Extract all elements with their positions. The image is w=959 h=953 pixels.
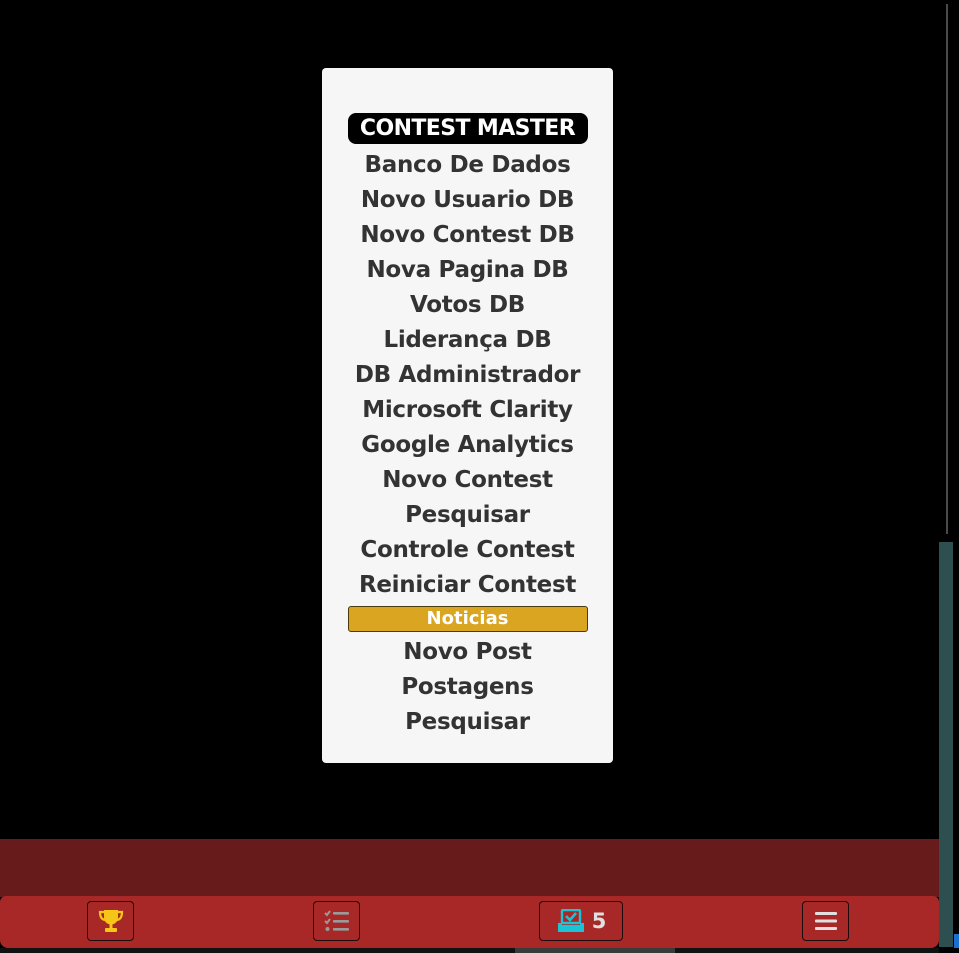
bottom-window-edge <box>0 948 959 953</box>
menu-button[interactable] <box>802 901 849 941</box>
admin-menu-list: CONTEST MASTER Banco De Dados Novo Usuar… <box>322 113 613 740</box>
horizontal-scrollbar[interactable] <box>515 948 675 953</box>
bottom-nav-bar: 5 <box>0 896 939 948</box>
edge-indicator <box>954 934 959 948</box>
hamburger-menu-icon <box>814 912 837 930</box>
ballot-box-icon <box>557 909 584 932</box>
menu-title: CONTEST MASTER <box>347 113 588 144</box>
menu-item-postagens[interactable]: Postagens <box>401 670 534 705</box>
menu-item-microsoft-clarity[interactable]: Microsoft Clarity <box>362 393 573 428</box>
vertical-scrollbar[interactable] <box>939 542 953 947</box>
menu-item-novo-contest-db[interactable]: Novo Contest DB <box>360 218 575 253</box>
menu-item-google-analytics[interactable]: Google Analytics <box>361 428 574 463</box>
menu-item-novo-post[interactable]: Novo Post <box>403 635 532 670</box>
menu-item-controle-contest[interactable]: Controle Contest <box>360 533 575 568</box>
menu-item-lideranca-db[interactable]: Liderança DB <box>383 323 551 358</box>
footer-band <box>0 839 939 897</box>
menu-item-pesquisar-posts[interactable]: Pesquisar <box>405 705 530 740</box>
menu-item-votos-db[interactable]: Votos DB <box>410 288 525 323</box>
menu-item-novo-usuario-db[interactable]: Novo Usuario DB <box>361 183 575 218</box>
trophy-button[interactable] <box>87 901 134 941</box>
votes-button[interactable]: 5 <box>539 901 623 941</box>
section-header-noticias: Noticias <box>347 606 588 632</box>
tasks-button[interactable] <box>313 901 360 941</box>
trophy-icon <box>98 910 123 932</box>
scroll-track <box>946 4 948 534</box>
app-page: CONTEST MASTER Banco De Dados Novo Usuar… <box>0 0 959 953</box>
votes-count: 5 <box>591 909 607 933</box>
admin-menu-panel: CONTEST MASTER Banco De Dados Novo Usuar… <box>322 68 613 763</box>
checklist-icon <box>323 910 349 931</box>
menu-item-banco-de-dados[interactable]: Banco De Dados <box>365 148 571 183</box>
right-window-edge <box>939 0 959 953</box>
menu-item-reiniciar-contest[interactable]: Reiniciar Contest <box>359 568 576 603</box>
menu-item-pesquisar-contest[interactable]: Pesquisar <box>405 498 530 533</box>
menu-item-nova-pagina-db[interactable]: Nova Pagina DB <box>366 253 568 288</box>
menu-item-db-administrador[interactable]: DB Administrador <box>355 358 581 393</box>
menu-item-novo-contest[interactable]: Novo Contest <box>382 463 553 498</box>
